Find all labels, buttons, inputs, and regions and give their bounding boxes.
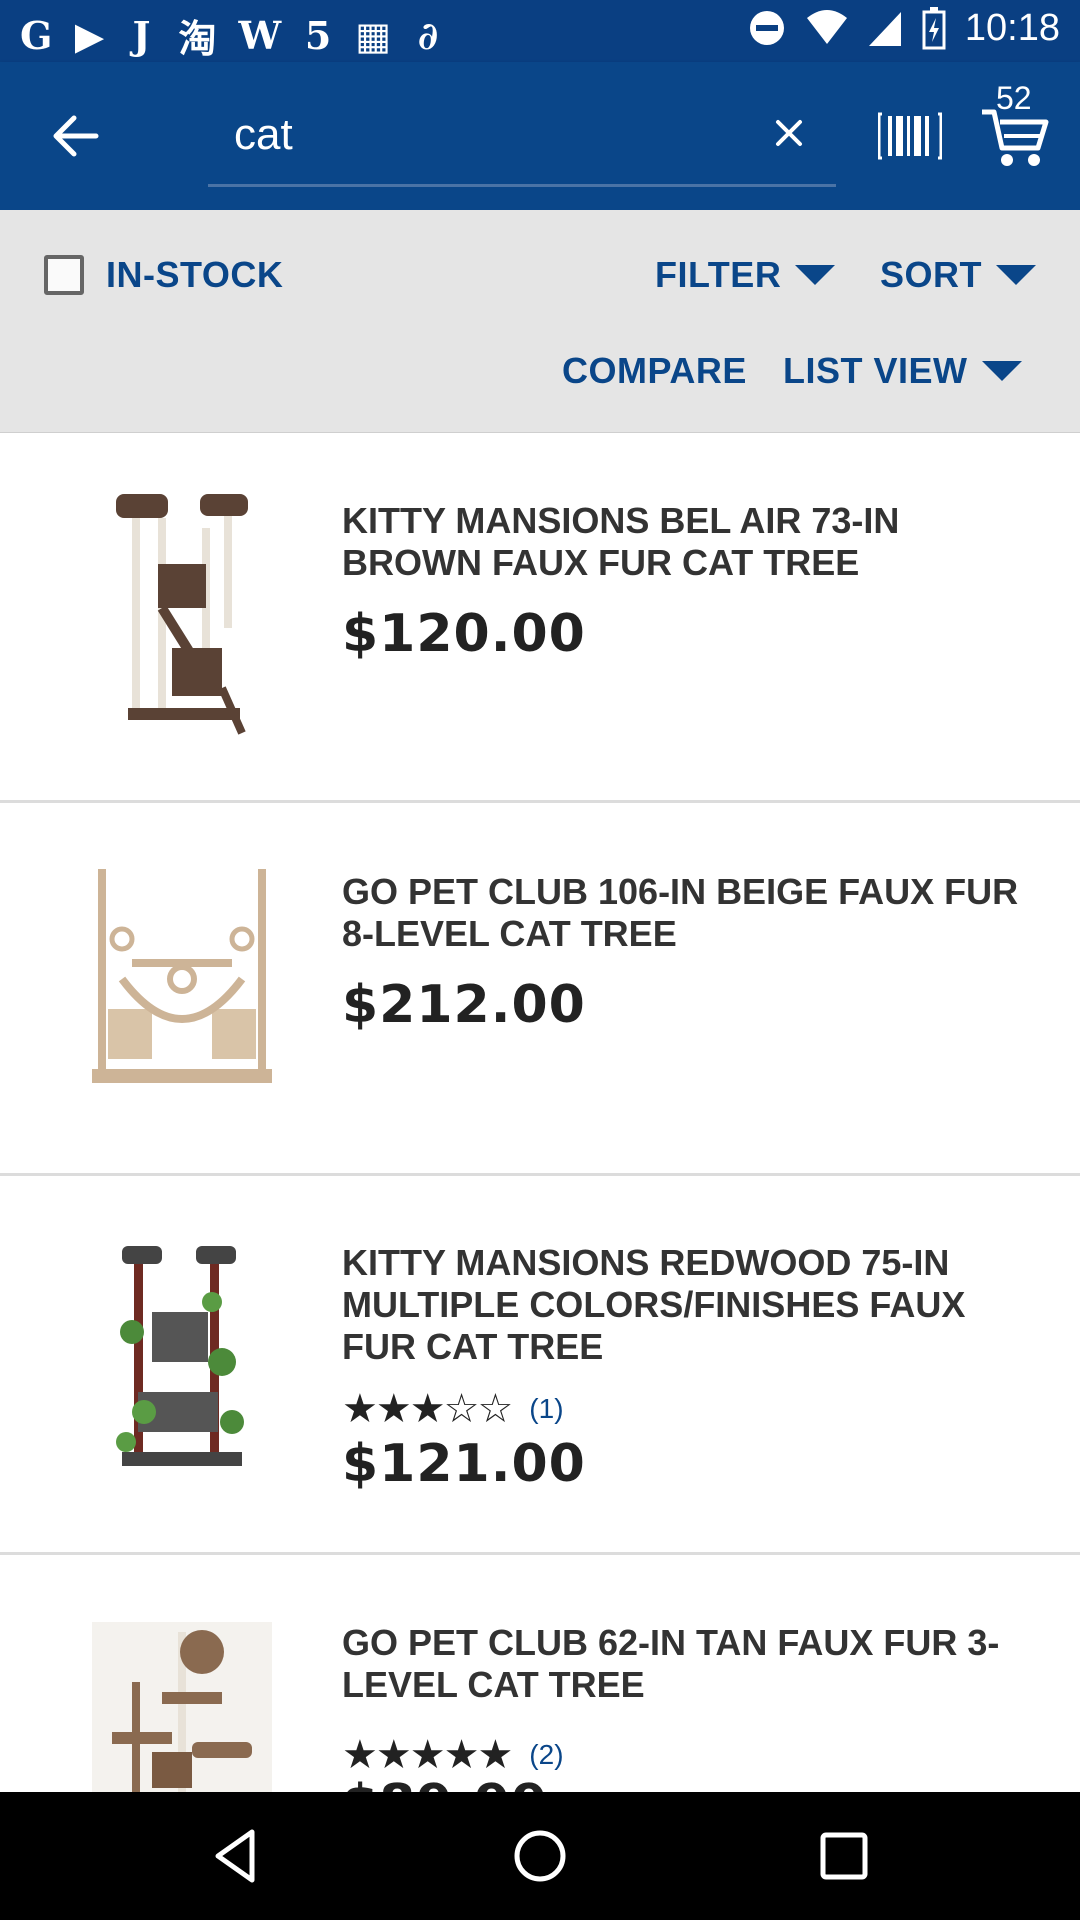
product-image[interactable] (92, 1622, 272, 1792)
product-item[interactable]: KITTY MANSIONS REDWOOD 75-IN MULTIPLE CO… (0, 1174, 1080, 1555)
product-image[interactable] (92, 488, 272, 748)
product-title[interactable]: GO PET CLUB 62-IN TAN FAUX FUR 3-LEVEL C… (342, 1622, 1042, 1706)
product-title[interactable]: GO PET CLUB 106-IN BEIGE FAUX FUR 8-LEVE… (342, 871, 1042, 955)
in-stock-checkbox[interactable] (44, 255, 84, 295)
product-image[interactable] (92, 1242, 272, 1472)
sort-dropdown[interactable]: SORT (880, 254, 1037, 296)
product-rating[interactable]: ★★★☆☆ (1) (342, 1386, 564, 1432)
app-bar: 52 (0, 62, 1080, 210)
compare-button[interactable]: COMPARE (562, 350, 747, 392)
product-item[interactable]: GO PET CLUB 62-IN TAN FAUX FUR 3-LEVEL C… (0, 1552, 1080, 1792)
battery-icon (922, 7, 946, 50)
review-count[interactable]: (1) (529, 1393, 563, 1425)
product-price: $120.00 (342, 604, 586, 664)
product-rating[interactable]: ★★★★★ (2) (342, 1732, 564, 1778)
barcode-scanner-icon[interactable] (878, 110, 942, 162)
review-count[interactable]: (2) (529, 1739, 563, 1771)
system-nav-bar (0, 1792, 1080, 1920)
wifi-icon (806, 10, 847, 44)
product-item[interactable]: GO PET CLUB 106-IN BEIGE FAUX FUR 8-LEVE… (0, 803, 1080, 1176)
search-input[interactable] (232, 104, 736, 166)
nav-recents-icon[interactable] (814, 1826, 874, 1886)
play-icon: ▶ (74, 13, 105, 58)
search-bar (208, 92, 836, 187)
do-not-disturb-icon (749, 11, 784, 45)
system-indicators: 10:18 (747, 6, 1060, 50)
product-image[interactable] (92, 869, 272, 1089)
five-app-icon: 5 (304, 13, 332, 58)
sort-label: SORT (880, 254, 983, 295)
filter-label: FILTER (655, 254, 782, 295)
in-stock-toggle[interactable]: IN-STOCK (44, 254, 283, 296)
signal-icon (868, 12, 901, 46)
list-view-label: LIST VIEW (783, 350, 968, 391)
list-view-dropdown[interactable]: LIST VIEW (783, 350, 1022, 392)
link-app-icon: ∂ (417, 13, 439, 58)
cart-count-badge: 52 (996, 80, 1032, 116)
nav-home-icon[interactable] (510, 1826, 570, 1886)
w-app-icon: W (238, 13, 282, 58)
google-app-icon: G (20, 13, 53, 58)
back-arrow-icon[interactable] (46, 106, 106, 166)
product-item[interactable]: KITTY MANSIONS BEL AIR 73-IN BROWN FAUX … (0, 432, 1080, 803)
nav-back-icon[interactable] (206, 1826, 266, 1886)
clear-search-icon[interactable] (766, 110, 812, 156)
compare-label: COMPARE (562, 350, 747, 391)
star-rating-icon: ★★★☆☆ (342, 1386, 513, 1432)
product-title[interactable]: KITTY MANSIONS BEL AIR 73-IN BROWN FAUX … (342, 500, 1042, 584)
notification-icons: G ▶ J 淘 W 5 ▦ ∂ (20, 8, 443, 63)
in-stock-label: IN-STOCK (106, 254, 284, 295)
product-price: $89.99 (342, 1774, 549, 1792)
filter-chevron-down-icon (795, 265, 836, 285)
star-rating-icon: ★★★★★ (342, 1732, 513, 1778)
product-price: $212.00 (342, 975, 586, 1035)
filter-dropdown[interactable]: FILTER (655, 254, 836, 296)
sort-chevron-down-icon (996, 265, 1037, 285)
grid-app-icon: ▦ (355, 13, 392, 58)
j-app-icon: J (132, 13, 151, 58)
clock: 10:18 (964, 6, 1060, 49)
product-title[interactable]: KITTY MANSIONS REDWOOD 75-IN MULTIPLE CO… (342, 1242, 1042, 1368)
list-view-chevron-down-icon (981, 361, 1022, 381)
product-price: $121.00 (342, 1434, 586, 1494)
status-bar: G ▶ J 淘 W 5 ▦ ∂ 10:18 (0, 0, 1080, 62)
taobao-icon: 淘 (178, 16, 217, 61)
filter-bar: IN-STOCK FILTER SORT COMPARE LIST VIEW (0, 210, 1080, 433)
